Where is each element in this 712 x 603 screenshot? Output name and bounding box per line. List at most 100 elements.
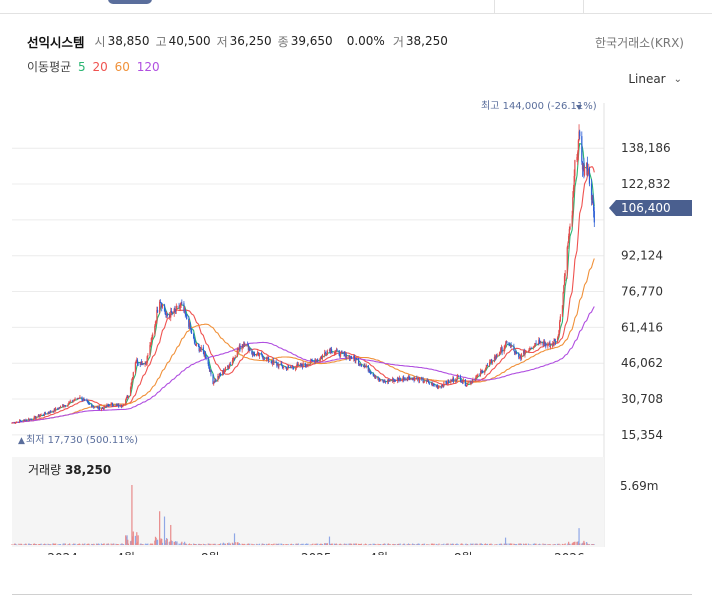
candle-body	[414, 377, 416, 381]
candle-body	[326, 351, 329, 355]
candle-body	[152, 334, 154, 337]
volume-bar	[506, 543, 508, 545]
candle-body	[59, 406, 62, 408]
x-tick-label: 2024	[47, 551, 78, 555]
candle-body	[205, 355, 207, 359]
candle-body	[55, 408, 57, 411]
volume-bar	[496, 544, 498, 545]
candle-body	[25, 419, 28, 421]
volume-bar	[535, 543, 537, 545]
ma-5-label[interactable]: 5	[78, 60, 86, 74]
volume-bar	[419, 544, 421, 545]
ma-20-label[interactable]: 20	[92, 60, 107, 74]
candle-body	[16, 421, 18, 423]
candle-body	[472, 379, 474, 382]
low-label: 저	[216, 34, 228, 49]
candle-body	[556, 337, 559, 343]
volume-bar	[428, 544, 430, 546]
candle-body	[147, 355, 149, 357]
candle-body	[176, 306, 178, 307]
candle-body	[375, 377, 377, 378]
top-tab-bar	[0, 0, 712, 14]
candle-body	[550, 346, 552, 348]
candle-body	[123, 404, 125, 406]
volume-bar	[520, 544, 523, 545]
candle-body	[567, 243, 569, 248]
volume-bar	[181, 541, 183, 545]
volume-bar	[477, 544, 479, 545]
candle-body	[588, 168, 591, 184]
volume-bar	[336, 544, 338, 545]
y-tick-label: 30,708	[621, 392, 663, 406]
volume-bar	[89, 544, 91, 546]
last-price-label: 106,400	[621, 201, 671, 215]
volume-bar	[205, 544, 207, 545]
candle-body	[581, 136, 583, 162]
volume-bar	[331, 543, 333, 545]
volume-bar	[346, 543, 348, 545]
volume-bar	[588, 544, 591, 545]
volume-bar	[385, 544, 387, 545]
candle-body	[433, 384, 435, 386]
ma-120-label[interactable]: 120	[137, 60, 160, 74]
candle-body	[283, 366, 285, 368]
ma-legend-title: 이동평균	[27, 60, 72, 74]
volume-bar	[108, 544, 110, 545]
x-tick-label: 8월	[454, 551, 473, 555]
candle-body	[321, 355, 324, 358]
y-tick-label: 92,124	[621, 249, 663, 263]
y-tick-label: 122,832	[621, 177, 671, 191]
candle-body	[583, 168, 586, 176]
volume-bar	[370, 544, 372, 545]
volume-bar	[583, 542, 586, 545]
volume-bar	[161, 542, 164, 545]
candlesticks	[11, 105, 595, 424]
ma-60-label[interactable]: 60	[115, 60, 130, 74]
volume-bar	[443, 543, 445, 545]
volume-bar	[84, 543, 86, 545]
tab-divider	[494, 0, 495, 13]
scale-selected-label: Linear	[628, 72, 666, 86]
x-tick-label: 4월	[369, 551, 388, 555]
volume-bar	[569, 543, 571, 545]
volume-bar	[69, 544, 71, 546]
low-value: 36,250	[229, 34, 272, 48]
volume-bar	[302, 543, 304, 545]
volume-bar	[360, 543, 362, 545]
volume-bar	[525, 543, 527, 545]
candle-body	[540, 342, 542, 344]
volume-bar	[511, 543, 513, 545]
candle-body	[113, 406, 115, 407]
candle-body	[69, 400, 71, 403]
price-chart[interactable]: 138,186 122,832 92,124 76,770 61,416 46,062 30…	[0, 95, 712, 555]
active-tab-indicator[interactable]	[108, 0, 152, 4]
candle-body	[317, 359, 319, 361]
stock-name: 선익시스템	[27, 34, 85, 50]
candle-body	[159, 301, 161, 313]
volume-bar	[50, 544, 52, 545]
candle-body	[312, 360, 314, 362]
volume-bar	[131, 485, 133, 545]
candle-body	[457, 375, 460, 377]
volume-bar	[462, 544, 464, 546]
candle-body	[423, 381, 426, 383]
volume-panel-value: 38,250	[65, 463, 111, 477]
candle-body	[103, 405, 105, 409]
candle-body	[496, 355, 498, 357]
candle-body	[355, 358, 358, 360]
volume-bar	[404, 544, 406, 546]
candle-body	[244, 344, 246, 347]
volume-bar	[118, 544, 120, 545]
candle-body	[504, 343, 507, 348]
candle-body	[45, 413, 47, 415]
candle-body	[482, 370, 484, 374]
scale-selector[interactable]: Linear ⌄	[628, 72, 682, 86]
volume-bar	[152, 543, 154, 545]
moving-average-legend: 이동평균 5 20 60 120	[27, 58, 163, 75]
candle-body	[127, 396, 130, 399]
volume-bar	[25, 544, 28, 545]
volume-bar	[423, 543, 426, 545]
volume-bar	[127, 543, 130, 545]
y-tick-label: 138,186	[621, 141, 671, 155]
y-tick-label: 15,354	[621, 428, 663, 442]
